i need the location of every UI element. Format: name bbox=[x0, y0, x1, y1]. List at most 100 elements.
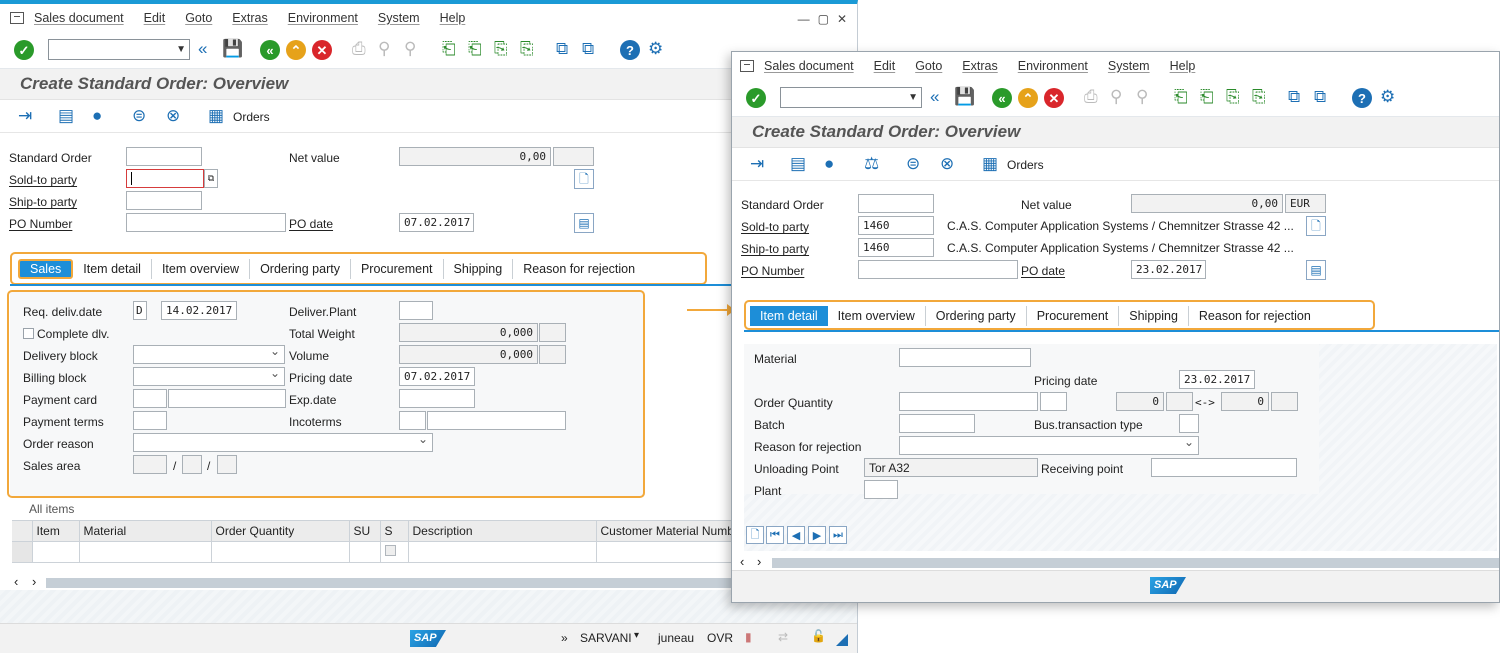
tab-item-overview-2[interactable]: Item overview bbox=[828, 306, 926, 326]
close-icon[interactable]: ✕ bbox=[837, 12, 847, 26]
menu-edit-2[interactable]: Edit bbox=[874, 59, 896, 73]
enter-icon[interactable]: ✓ bbox=[14, 40, 34, 60]
scroll-right-icon[interactable]: › bbox=[32, 574, 36, 589]
maximize-icon[interactable]: ▢ bbox=[818, 12, 829, 26]
settings-gear-icon[interactable]: ⚙ bbox=[648, 40, 663, 57]
incoterms-input[interactable] bbox=[399, 411, 426, 430]
header-details-icon[interactable]: ▤ bbox=[58, 107, 74, 124]
first-item-icon[interactable]: ⏮ bbox=[766, 526, 784, 544]
standard-order-field[interactable] bbox=[126, 147, 202, 166]
exp-date-input[interactable] bbox=[399, 389, 475, 408]
menu-extras-2[interactable]: Extras bbox=[962, 59, 997, 73]
po-date-label-2[interactable]: PO date bbox=[1021, 264, 1065, 278]
display-header-icon[interactable]: ⇥ bbox=[18, 107, 32, 124]
menu-environment-2[interactable]: Environment bbox=[1018, 59, 1088, 73]
sold-to-party-input-2[interactable]: 1460 bbox=[858, 216, 934, 235]
unloading-point-input[interactable]: Tor A32 bbox=[864, 458, 1038, 477]
ship-to-party-input[interactable] bbox=[126, 191, 202, 210]
ship-to-party-input-2[interactable]: 1460 bbox=[858, 238, 934, 257]
menu-help-2[interactable]: Help bbox=[1170, 59, 1196, 73]
previous-page-icon-2[interactable]: ⎗ bbox=[1200, 88, 1214, 105]
status-system[interactable]: SARVANI bbox=[580, 631, 632, 645]
col-s[interactable]: S bbox=[380, 520, 409, 542]
po-date-label[interactable]: PO date bbox=[289, 217, 333, 231]
table-row[interactable] bbox=[12, 541, 757, 563]
back-icon-2[interactable]: « bbox=[992, 88, 1012, 108]
document-icon[interactable]: 🗋 bbox=[574, 169, 594, 189]
payment-terms-input[interactable] bbox=[133, 411, 167, 430]
ship-to-party-label-2[interactable]: Ship-to party bbox=[741, 242, 809, 256]
orders-button-2[interactable]: Orders bbox=[1007, 158, 1044, 172]
bus-transaction-type-input[interactable] bbox=[1179, 414, 1199, 433]
menu-extras[interactable]: Extras bbox=[232, 11, 267, 25]
col-su[interactable]: SU bbox=[349, 520, 381, 542]
tab-reason-for-rejection[interactable]: Reason for rejection bbox=[513, 259, 645, 279]
menu-system[interactable]: System bbox=[378, 11, 420, 25]
lock-icon[interactable]: 🔓 bbox=[811, 629, 826, 643]
ship-to-party-label[interactable]: Ship-to party bbox=[9, 195, 77, 209]
tab-shipping-2[interactable]: Shipping bbox=[1119, 306, 1189, 326]
menu-help[interactable]: Help bbox=[440, 11, 466, 25]
document-list-icon-2[interactable]: ▤ bbox=[1306, 260, 1326, 280]
document-flow-icon-2[interactable]: ⊜ bbox=[906, 155, 920, 172]
req-deliv-date-input[interactable]: 14.02.2017 bbox=[161, 301, 237, 320]
complete-dlv-checkbox[interactable] bbox=[23, 328, 34, 339]
tab-shipping[interactable]: Shipping bbox=[444, 259, 514, 279]
command-field-2[interactable]: ▼ bbox=[780, 87, 922, 108]
document-flow-icon[interactable]: ⊜ bbox=[132, 107, 146, 124]
po-number-label-2[interactable]: PO Number bbox=[741, 264, 804, 278]
receiving-point-input[interactable] bbox=[1151, 458, 1297, 477]
delivery-block-select[interactable] bbox=[133, 345, 285, 364]
batch-input[interactable] bbox=[899, 414, 975, 433]
col-item[interactable]: Item bbox=[32, 520, 80, 542]
menu-system-2[interactable]: System bbox=[1108, 59, 1150, 73]
next-page-icon[interactable]: ⎘ bbox=[494, 40, 508, 57]
first-page-icon[interactable]: ⎗ bbox=[442, 40, 456, 57]
po-number-input-2[interactable] bbox=[858, 260, 1018, 279]
create-session-icon[interactable]: ⧉ bbox=[556, 40, 568, 57]
po-date-input[interactable]: 07.02.2017 bbox=[399, 213, 474, 232]
po-number-input[interactable] bbox=[126, 213, 286, 232]
standard-order-field-2[interactable] bbox=[858, 194, 934, 213]
cancel-icon-2[interactable]: ✕ bbox=[1044, 88, 1064, 108]
exit-icon-2[interactable]: ⌃ bbox=[1018, 88, 1038, 108]
menu-environment[interactable]: Environment bbox=[288, 11, 358, 25]
partner-icon-2[interactable]: ● bbox=[824, 155, 834, 172]
resize-grip-icon[interactable] bbox=[836, 634, 848, 646]
status-dropdown-icon[interactable]: ▾ bbox=[634, 630, 639, 641]
header-details-icon-2[interactable]: ▤ bbox=[790, 155, 806, 172]
status-expand-icon[interactable]: » bbox=[561, 631, 568, 645]
first-page-icon-2[interactable]: ⎗ bbox=[1174, 88, 1188, 105]
last-item-icon[interactable]: ⏭ bbox=[829, 526, 847, 544]
pricing-date-input-2[interactable]: 23.02.2017 bbox=[1179, 370, 1255, 389]
balance-icon[interactable]: ⚖ bbox=[864, 155, 879, 172]
cancel-icon[interactable]: ✕ bbox=[312, 40, 332, 60]
partner-icon[interactable]: ● bbox=[92, 107, 102, 124]
last-page-icon-2[interactable]: ⎘ bbox=[1252, 88, 1266, 105]
tab-ordering-party-2[interactable]: Ordering party bbox=[926, 306, 1027, 326]
sales-unit-input[interactable] bbox=[1040, 392, 1067, 411]
po-date-input-2[interactable]: 23.02.2017 bbox=[1131, 260, 1206, 279]
material-input[interactable] bbox=[899, 348, 1031, 367]
tab-sales[interactable]: Sales bbox=[18, 259, 74, 279]
billing-block-select[interactable] bbox=[133, 367, 285, 386]
previous-page-icon[interactable]: ⎗ bbox=[468, 40, 482, 57]
scroll-right-icon-2[interactable]: › bbox=[757, 554, 761, 569]
display-header-icon-2[interactable]: ⇥ bbox=[750, 155, 764, 172]
col-material[interactable]: Material bbox=[79, 520, 212, 542]
horizontal-scrollbar[interactable] bbox=[46, 578, 736, 588]
tab-procurement[interactable]: Procurement bbox=[351, 259, 444, 279]
delete-partner-icon[interactable]: ⊗ bbox=[166, 107, 180, 124]
document-list-icon[interactable]: ▤ bbox=[574, 213, 594, 233]
save-icon[interactable]: 💾 bbox=[222, 40, 243, 57]
scroll-left-icon[interactable]: ‹ bbox=[14, 574, 18, 589]
col-order-quantity[interactable]: Order Quantity bbox=[211, 520, 350, 542]
create-session-icon-2[interactable]: ⧉ bbox=[1288, 88, 1300, 105]
save-icon-2[interactable]: 💾 bbox=[954, 88, 975, 105]
shortcut-icon[interactable]: ⧉ bbox=[582, 40, 594, 57]
next-page-icon-2[interactable]: ⎘ bbox=[1226, 88, 1240, 105]
window-menu-icon[interactable] bbox=[10, 11, 24, 24]
sold-to-party-label-2[interactable]: Sold-to party bbox=[741, 220, 809, 234]
menu-sales-document[interactable]: Sales document bbox=[34, 11, 124, 25]
scroll-left-icon-2[interactable]: ‹ bbox=[740, 554, 744, 569]
